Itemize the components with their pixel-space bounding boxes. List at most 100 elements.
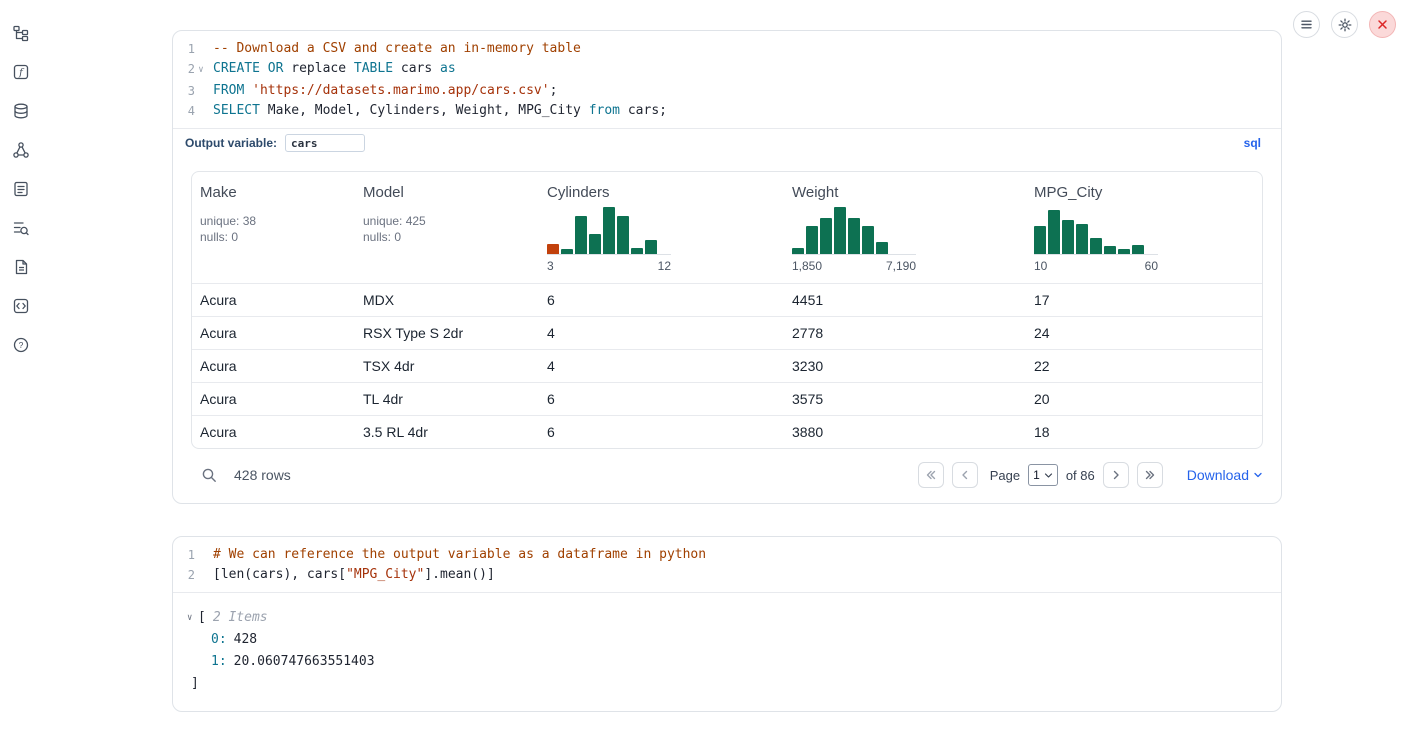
hist-max-label: 12 [658, 259, 671, 273]
histogram-bar [1048, 210, 1060, 254]
sql-code-editor[interactable]: 1-- Download a CSV and create an in-memo… [173, 31, 1281, 128]
histogram-bar [848, 218, 860, 254]
collapse-toggle-icon[interactable]: ∨ [187, 607, 198, 629]
hist-min-label: 10 [1034, 259, 1047, 273]
table-row[interactable]: AcuraRSX Type S 2dr4277824 [192, 316, 1262, 349]
table-row[interactable]: AcuraMDX6445117 [192, 283, 1262, 316]
fold-gutter-spacer [195, 565, 207, 585]
histogram-bar [561, 249, 573, 254]
histogram-bar [1118, 249, 1130, 254]
column-header-make[interactable]: Make unique: 38 nulls: 0 [200, 184, 363, 273]
search-icon[interactable] [201, 467, 218, 484]
output-variable-bar: Output variable: sql [173, 128, 1281, 157]
histogram-bar [603, 207, 615, 254]
histogram-bar [1076, 224, 1088, 254]
histogram-bar [806, 226, 818, 254]
histogram-bar [834, 207, 846, 254]
svg-text:?: ? [19, 340, 24, 350]
left-sidebar: f ? [10, 22, 32, 356]
code-text: FROM 'https://datasets.marimo.app/cars.c… [207, 81, 557, 101]
column-header-model[interactable]: Model unique: 425 nulls: 0 [363, 184, 547, 273]
histogram-bar [792, 248, 804, 254]
histogram-bar [631, 248, 643, 254]
table-header-row: Make unique: 38 nulls: 0 Model unique: 4… [192, 172, 1262, 283]
code-line: 4SELECT Make, Model, Cylinders, Weight, … [173, 101, 1281, 121]
items-count-label: 2 Items [213, 607, 268, 629]
variables-icon[interactable]: f [10, 61, 32, 83]
dependencies-icon[interactable] [10, 139, 32, 161]
column-header-cylinders[interactable]: Cylinders 3 12 [547, 184, 792, 273]
page-select[interactable]: 1 [1028, 464, 1058, 486]
fold-gutter-spacer [195, 81, 207, 101]
menu-button[interactable] [1293, 11, 1320, 38]
next-page-button[interactable] [1103, 462, 1129, 488]
mpg-city-histogram: 10 60 [1034, 205, 1158, 273]
line-number: 3 [173, 81, 195, 101]
code-line: 3 FROM 'https://datasets.marimo.app/cars.… [173, 81, 1281, 101]
histogram-bar [547, 244, 559, 254]
python-cell-output: ∨ [ 2 Items 0: 428 1: 20.060747663551403… [173, 592, 1281, 711]
histogram-bar [589, 234, 601, 254]
histogram-bars [792, 205, 916, 255]
table-row[interactable]: AcuraTL 4dr6357520 [192, 382, 1262, 415]
language-badge: sql [1244, 136, 1261, 150]
results-table: Make unique: 38 nulls: 0 Model unique: 4… [191, 171, 1263, 449]
last-page-button[interactable] [1137, 462, 1163, 488]
hist-min-label: 1,850 [792, 259, 822, 273]
open-bracket: [ [198, 607, 206, 629]
table-row[interactable]: Acura3.5 RL 4dr6388018 [192, 415, 1262, 448]
histogram-bar [820, 218, 832, 254]
snippets-icon[interactable] [10, 295, 32, 317]
documentation-icon[interactable] [10, 256, 32, 278]
fold-toggle-icon[interactable]: ∨ [195, 59, 207, 81]
line-number: 1 [173, 39, 195, 59]
python-code-editor[interactable]: 1 # We can reference the output variable … [173, 537, 1281, 592]
output-variable-input[interactable] [285, 134, 365, 152]
code-text: [len(cars), cars["MPG_City"].mean()] [207, 565, 495, 585]
histogram-bar [1132, 245, 1144, 254]
previous-page-button[interactable] [952, 462, 978, 488]
column-header-weight[interactable]: Weight 1,850 7,190 [792, 184, 1034, 273]
download-button[interactable]: Download [1187, 467, 1263, 483]
settings-button[interactable] [1331, 11, 1358, 38]
table-row[interactable]: AcuraTSX 4dr4323022 [192, 349, 1262, 382]
column-stat: unique: 38 [200, 213, 363, 229]
top-right-controls [1293, 11, 1396, 38]
column-stat: unique: 425 [363, 213, 547, 229]
item-index: 0: [211, 629, 227, 651]
histogram-bar [645, 240, 657, 254]
histogram-bar [1090, 238, 1102, 254]
column-stat: nulls: 0 [363, 229, 547, 245]
histogram-bar [575, 216, 587, 254]
first-page-button[interactable] [918, 462, 944, 488]
histogram-bar [1104, 246, 1116, 254]
code-line: 2 [len(cars), cars["MPG_City"].mean()] [173, 565, 1281, 585]
line-number: 2 [173, 59, 195, 81]
code-text: SELECT Make, Model, Cylinders, Weight, M… [207, 101, 667, 121]
scratchpad-icon[interactable] [10, 178, 32, 200]
code-text: # We can reference the output variable a… [207, 545, 706, 565]
list-item: 0: 428 [187, 629, 1281, 651]
line-number: 1 [173, 545, 195, 565]
hist-min-label: 3 [547, 259, 554, 273]
code-text: CREATE OR replace TABLE cars as [207, 59, 456, 81]
column-header-mpg-city[interactable]: MPG_City 10 60 [1034, 184, 1262, 273]
item-index: 1: [211, 651, 227, 673]
histogram-bar [876, 242, 888, 254]
python-cell: 1 # We can reference the output variable … [172, 536, 1282, 712]
logs-icon[interactable] [10, 217, 32, 239]
pagination: Page 1 of 86 Download [918, 462, 1263, 488]
datasources-icon[interactable] [10, 100, 32, 122]
help-icon[interactable]: ? [10, 334, 32, 356]
code-line: 1 # We can reference the output variable … [173, 545, 1281, 565]
code-line: 2∨CREATE OR replace TABLE cars as [173, 59, 1281, 81]
code-line: 1-- Download a CSV and create an in-memo… [173, 39, 1281, 59]
fold-gutter-spacer [195, 545, 207, 565]
page-label: Page [990, 468, 1020, 483]
line-number: 2 [173, 565, 195, 585]
hist-max-label: 7,190 [886, 259, 916, 273]
close-bracket: ] [187, 673, 1281, 695]
file-explorer-icon[interactable] [10, 22, 32, 44]
close-button[interactable] [1369, 11, 1396, 38]
histogram-bar [1062, 220, 1074, 254]
